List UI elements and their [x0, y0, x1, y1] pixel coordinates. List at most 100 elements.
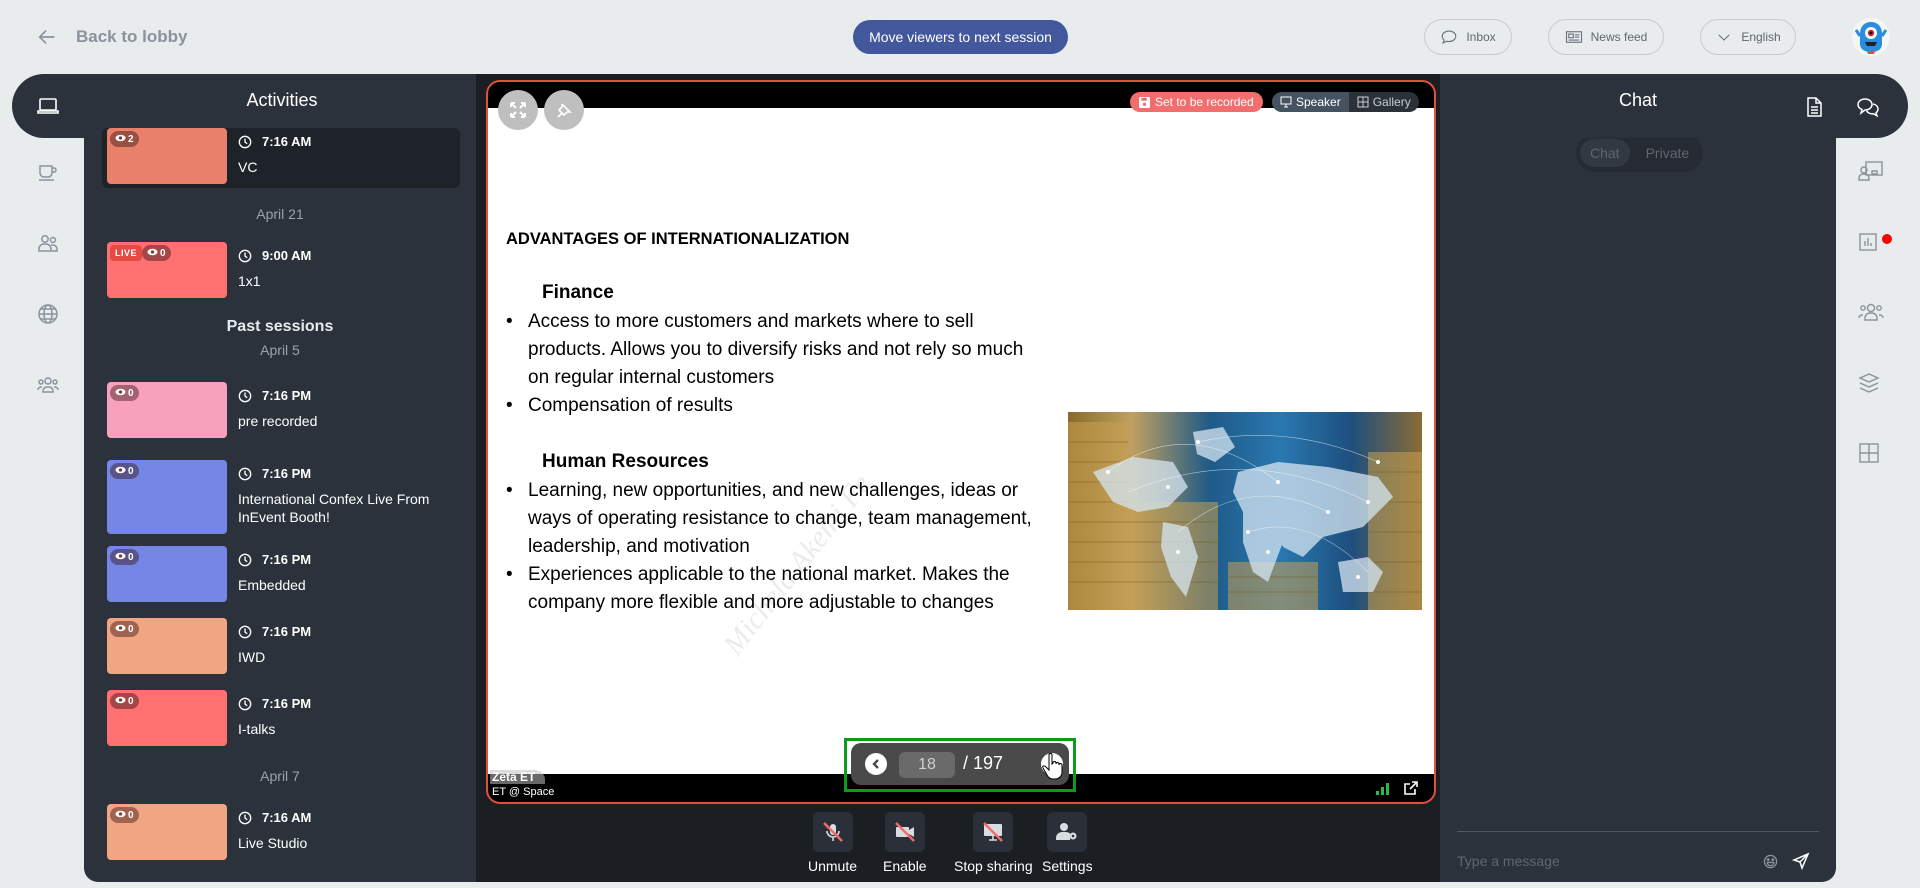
session-thumbnail[interactable]: 0 — [107, 382, 227, 438]
speech-bubble-icon — [1441, 30, 1457, 45]
session-item[interactable]: 0 7:16 AM Live Studio — [102, 804, 458, 864]
view-gallery-label: Gallery — [1372, 95, 1411, 109]
right-rail — [1836, 130, 1920, 888]
viewer-count: 0 — [128, 809, 134, 821]
eye-icon — [115, 388, 126, 399]
slide-bullet: Learning, new opportunities, and new cha… — [506, 477, 1046, 561]
session-name: VC — [238, 159, 258, 175]
tab-chat[interactable]: Chat — [1580, 139, 1630, 167]
session-item[interactable]: 0 7:16 PM IWD — [102, 618, 458, 678]
chevron-left-icon — [872, 759, 879, 769]
clock-icon — [238, 553, 252, 567]
viewer-count: 0 — [128, 387, 134, 399]
session-item[interactable]: 0 7:16 PM pre recorded — [102, 382, 458, 442]
chat-bubbles-icon[interactable] — [1856, 96, 1880, 123]
group-icon[interactable] — [36, 373, 60, 397]
presentation-icon — [1280, 96, 1292, 108]
viewer-count-badge: 0 — [110, 693, 139, 709]
document-icon[interactable] — [1804, 96, 1824, 123]
session-item[interactable]: 2 7:16 AM VC — [102, 128, 460, 188]
slide-bullet: Access to more customers and markets whe… — [506, 308, 1046, 392]
viewer-count: 0 — [160, 247, 166, 259]
next-slide-button[interactable] — [1041, 753, 1063, 780]
world-map-coins-image — [1068, 412, 1422, 610]
session-time-text: 9:00 AM — [262, 248, 312, 263]
camera-control[interactable]: Enable — [883, 812, 927, 874]
stop-sharing-button[interactable] — [973, 812, 1014, 852]
activities-list[interactable]: 2 7:16 AM VC April 21 LIVE 0 9:00 AM 1x1 Past se… — [84, 128, 476, 882]
chat-header: Chat — [1440, 74, 1908, 138]
session-thumbnail[interactable]: 0 — [107, 546, 227, 602]
slide-total: / 197 — [963, 753, 1004, 773]
coffee-cup-icon[interactable] — [36, 160, 60, 184]
signal-strength-icon — [1376, 782, 1390, 800]
session-name: Embedded — [238, 577, 306, 593]
view-speaker-button[interactable]: Speaker — [1272, 92, 1349, 112]
presenter-screen-icon[interactable] — [1858, 160, 1884, 186]
session-thumbnail[interactable]: 0 — [107, 618, 227, 674]
send-icon[interactable] — [1791, 852, 1810, 875]
session-item[interactable]: LIVE 0 9:00 AM 1x1 — [102, 242, 458, 302]
enable-camera-button[interactable] — [884, 812, 925, 852]
session-thumbnail[interactable]: 0 — [107, 804, 227, 860]
session-thumbnail[interactable]: LIVE 0 — [107, 242, 227, 298]
screen-share-control[interactable]: Stop sharing — [954, 812, 1033, 874]
move-viewers-button[interactable]: Move viewers to next session — [853, 20, 1068, 54]
poll-chart-icon[interactable] — [1858, 232, 1884, 258]
presentation-stage: ADVANTAGES OF INTERNATIONALIZATION Finan… — [486, 80, 1436, 804]
record-label: Set to be recorded — [1155, 95, 1254, 109]
session-time-text: 7:16 PM — [262, 388, 312, 403]
session-thumbnail[interactable]: 0 — [107, 690, 227, 746]
session-time-text: 7:16 PM — [262, 624, 312, 639]
settings-control[interactable]: Settings — [1042, 812, 1093, 874]
fullscreen-button[interactable] — [498, 90, 538, 130]
enable-label: Enable — [883, 858, 927, 874]
previous-slide-button[interactable] — [865, 753, 887, 775]
session-thumbnail[interactable]: 0 — [107, 460, 227, 534]
layers-icon[interactable] — [1858, 372, 1884, 398]
two-users-icon[interactable] — [36, 231, 60, 255]
grid-layout-icon[interactable] — [1858, 442, 1884, 468]
clock-icon — [238, 467, 252, 481]
session-time: 7:16 PM — [238, 466, 311, 481]
activities-panel: Activities 2 7:16 AM VC April 21 LIVE 0 9:00 A… — [84, 74, 476, 882]
viewer-count-badge: 0 — [110, 463, 139, 479]
globe-icon[interactable] — [36, 302, 60, 326]
view-gallery-button[interactable]: Gallery — [1349, 92, 1419, 112]
presenter-label: Zeta ET ET @ Space — [490, 768, 554, 798]
settings-button[interactable] — [1047, 812, 1088, 852]
user-settings-icon — [1056, 823, 1077, 840]
language-select[interactable]: English — [1700, 19, 1796, 55]
viewer-count: 0 — [128, 551, 134, 563]
slide-number-input[interactable] — [899, 752, 955, 778]
eye-icon — [115, 624, 126, 635]
unmute-control[interactable]: Unmute — [808, 812, 857, 874]
session-item[interactable]: 0 7:16 PM International Confex Live From I… — [102, 460, 458, 536]
session-item[interactable]: 0 7:16 PM Embedded — [102, 546, 458, 606]
microphone-off-icon — [822, 822, 843, 842]
pin-button[interactable] — [544, 90, 584, 130]
slide-bullet: Compensation of results — [506, 392, 1046, 420]
clock-icon — [238, 625, 252, 639]
eye-icon — [115, 466, 126, 477]
session-time: 7:16 PM — [238, 696, 311, 711]
user-avatar[interactable] — [1852, 18, 1890, 56]
news-feed-button[interactable]: News feed — [1548, 19, 1664, 55]
unmute-button[interactable] — [812, 812, 853, 852]
session-item[interactable]: 0 7:16 PM I-talks — [102, 690, 458, 750]
inbox-button[interactable]: Inbox — [1424, 19, 1512, 55]
pin-icon — [557, 103, 572, 118]
emoji-icon[interactable] — [1763, 854, 1778, 874]
session-thumbnail[interactable]: 2 — [107, 128, 227, 184]
attendees-group-icon[interactable] — [1858, 302, 1884, 328]
tab-private[interactable]: Private — [1636, 139, 1700, 167]
chat-message-input[interactable] — [1457, 844, 1757, 878]
camera-off-icon — [894, 822, 915, 842]
clock-icon — [238, 249, 252, 263]
popout-icon[interactable] — [1404, 781, 1418, 800]
activities-title: Activities — [246, 90, 318, 110]
session-time: 9:00 AM — [238, 248, 311, 263]
back-to-lobby-link[interactable]: Back to lobby — [36, 26, 187, 48]
record-status-button[interactable]: Set to be recorded — [1130, 92, 1263, 112]
laptop-icon[interactable] — [36, 94, 60, 118]
